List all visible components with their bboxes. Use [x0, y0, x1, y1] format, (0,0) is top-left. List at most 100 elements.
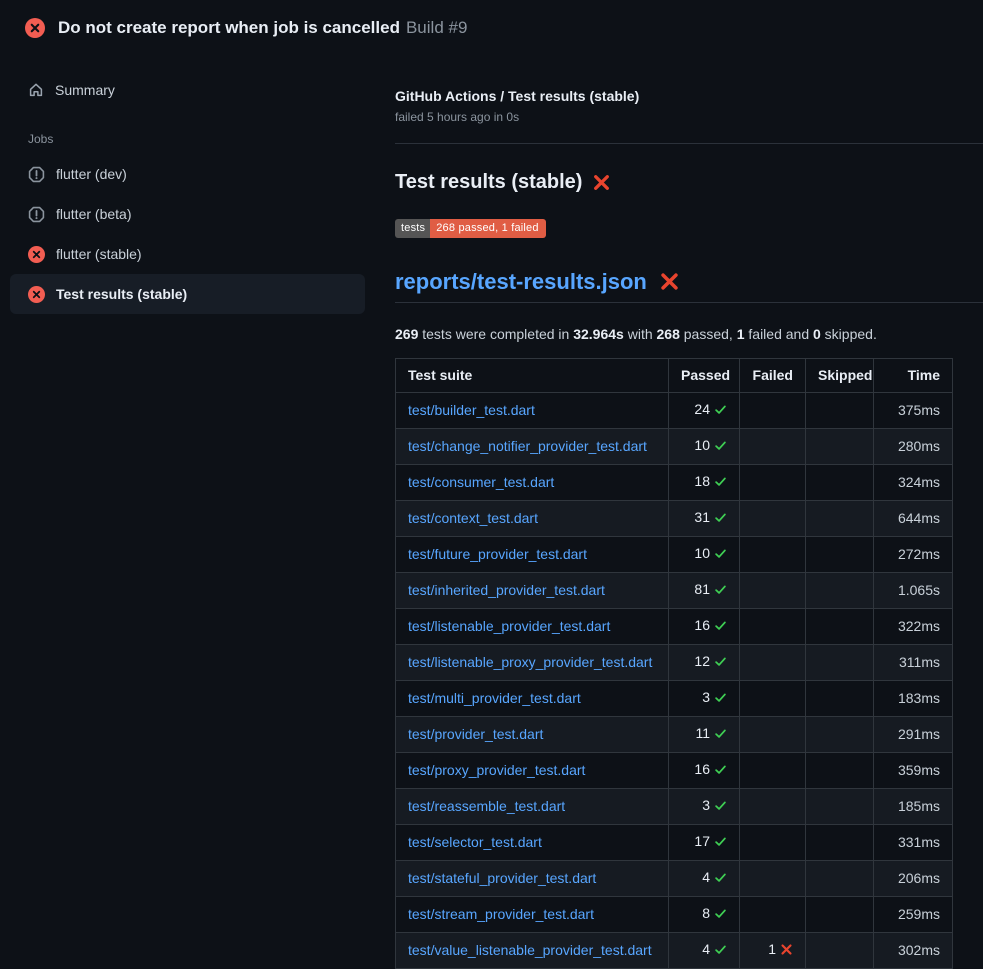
check-icon: [714, 547, 727, 560]
x-circle-icon: [25, 18, 45, 38]
job-label: flutter (beta): [56, 204, 131, 224]
cell-test-suite: test/listenable_provider_test.dart: [396, 609, 669, 645]
test-suite-link[interactable]: test/listenable_provider_test.dart: [408, 618, 610, 634]
cell-passed: 16: [669, 609, 740, 645]
test-suite-link[interactable]: test/change_notifier_provider_test.dart: [408, 438, 647, 454]
table-row: test/provider_test.dart11291ms: [396, 717, 953, 753]
home-icon: [28, 82, 44, 98]
col-test-suite: Test suite: [396, 359, 669, 393]
cell-skipped: [806, 753, 874, 789]
x-circle-icon: [28, 286, 45, 303]
test-suite-link[interactable]: test/reassemble_test.dart: [408, 798, 565, 814]
sidebar-item-flutter-dev[interactable]: flutter (dev): [10, 154, 365, 194]
page-title: Do not create report when job is cancell…: [58, 18, 467, 38]
cell-test-suite: test/reassemble_test.dart: [396, 789, 669, 825]
cell-time: 1.065s: [874, 573, 953, 609]
cell-failed: [740, 537, 806, 573]
test-suite-link[interactable]: test/stream_provider_test.dart: [408, 906, 594, 922]
cell-skipped: [806, 681, 874, 717]
test-suite-link[interactable]: test/listenable_proxy_provider_test.dart: [408, 654, 652, 670]
check-icon: [714, 583, 727, 596]
cell-skipped: [806, 393, 874, 429]
x-circle-icon: [28, 246, 45, 263]
cross-mark-glyph: [659, 271, 680, 292]
check-icon: [714, 475, 727, 488]
check-icon: [714, 619, 727, 632]
jobs-list: flutter (dev) flutter (beta) flutter (stab…: [0, 154, 375, 314]
cell-time: 272ms: [874, 537, 953, 573]
check-icon: [714, 403, 727, 416]
sidebar-item-test-results-stable[interactable]: Test results (stable): [10, 274, 365, 314]
cell-skipped: [806, 825, 874, 861]
test-suite-link[interactable]: test/builder_test.dart: [408, 402, 535, 418]
cell-test-suite: test/stateful_provider_test.dart: [396, 861, 669, 897]
cell-test-suite: test/consumer_test.dart: [396, 465, 669, 501]
cancelled-icon: [28, 206, 45, 223]
test-suite-link[interactable]: test/future_provider_test.dart: [408, 546, 587, 562]
table-row: test/listenable_provider_test.dart16322m…: [396, 609, 953, 645]
cell-skipped: [806, 537, 874, 573]
summary-line: 269 tests were completed in 32.964s with…: [395, 326, 983, 342]
table-row: test/consumer_test.dart18324ms: [396, 465, 953, 501]
cell-passed: 4: [669, 861, 740, 897]
test-suite-link[interactable]: test/proxy_provider_test.dart: [408, 762, 585, 778]
sidebar: Summary Jobs flutter (dev) flutter (beta)…: [0, 52, 375, 314]
test-suite-link[interactable]: test/inherited_provider_test.dart: [408, 582, 605, 598]
cell-failed: [740, 861, 806, 897]
cell-failed: [740, 789, 806, 825]
check-icon: [714, 691, 727, 704]
col-failed: Failed: [740, 359, 806, 393]
cell-skipped: [806, 501, 874, 537]
check-icon: [714, 799, 727, 812]
cell-skipped: [806, 717, 874, 753]
cell-time: 375ms: [874, 393, 953, 429]
divider: [395, 143, 983, 144]
table-row: test/listenable_proxy_provider_test.dart…: [396, 645, 953, 681]
check-icon: [714, 907, 727, 920]
table-row: test/multi_provider_test.dart3183ms: [396, 681, 953, 717]
cell-failed: [740, 897, 806, 933]
cell-failed: [740, 501, 806, 537]
cell-skipped: [806, 465, 874, 501]
sidebar-item-summary[interactable]: Summary: [10, 72, 365, 108]
cell-failed: [740, 609, 806, 645]
summary-segment: 1: [737, 326, 745, 342]
cancelled-icon: [28, 166, 45, 183]
cell-passed: 24: [669, 393, 740, 429]
run-header: Do not create report when job is cancell…: [0, 0, 983, 52]
badge-label: tests: [395, 219, 430, 238]
sidebar-item-flutter-stable[interactable]: flutter (stable): [10, 234, 365, 274]
cell-failed: [740, 681, 806, 717]
test-suite-link[interactable]: test/selector_test.dart: [408, 834, 542, 850]
summary-label: Summary: [55, 80, 115, 100]
run-title: Do not create report when job is cancell…: [58, 18, 400, 37]
cell-test-suite: test/stream_provider_test.dart: [396, 897, 669, 933]
cell-passed: 12: [669, 645, 740, 681]
test-suite-link[interactable]: test/multi_provider_test.dart: [408, 690, 581, 706]
cell-test-suite: test/inherited_provider_test.dart: [396, 573, 669, 609]
test-suite-link[interactable]: test/context_test.dart: [408, 510, 538, 526]
sidebar-item-flutter-beta[interactable]: flutter (beta): [10, 194, 365, 234]
test-suite-link[interactable]: test/value_listenable_provider_test.dart: [408, 942, 652, 958]
x-circle-glyph: [28, 246, 45, 263]
report-file-link[interactable]: reports/test-results.json: [395, 269, 647, 294]
table-row: test/stateful_provider_test.dart 4 206ms: [396, 861, 953, 897]
cell-test-suite: test/listenable_proxy_provider_test.dart: [396, 645, 669, 681]
col-skipped: Skipped: [806, 359, 874, 393]
check-icon: [714, 439, 727, 452]
jobs-section-label: Jobs: [0, 132, 375, 146]
results-table-body: test/builder_test.dart 24 375ms test/change…: [396, 393, 953, 969]
cell-time: 206ms: [874, 861, 953, 897]
check-icon: [714, 511, 727, 524]
cell-failed: [740, 717, 806, 753]
cross-mark-glyph: [592, 173, 611, 192]
test-suite-link[interactable]: test/stateful_provider_test.dart: [408, 870, 596, 886]
summary-segment: skipped.: [821, 326, 877, 342]
col-passed: Passed: [669, 359, 740, 393]
cell-time: 302ms: [874, 933, 953, 969]
test-suite-link[interactable]: test/consumer_test.dart: [408, 474, 554, 490]
cell-passed: 3: [669, 681, 740, 717]
cell-failed: 1: [740, 933, 806, 969]
test-suite-link[interactable]: test/provider_test.dart: [408, 726, 543, 742]
section-title: Test results (stable): [395, 170, 983, 194]
